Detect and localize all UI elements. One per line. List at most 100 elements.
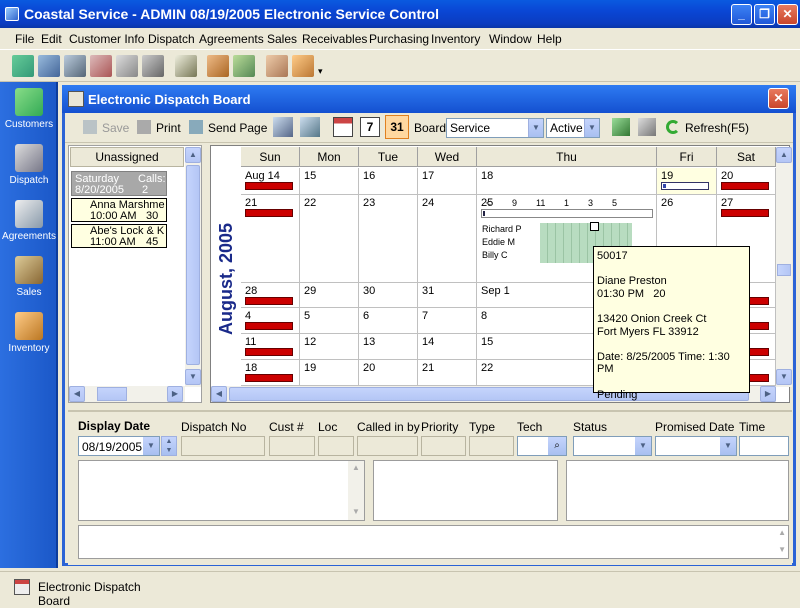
- schedule-bar[interactable]: [245, 297, 293, 305]
- schedule-bar[interactable]: [245, 209, 293, 217]
- calendar-day-cell[interactable]: 14: [418, 334, 477, 360]
- calendar-day-cell[interactable]: 4: [241, 308, 300, 334]
- app-title-bar[interactable]: Coastal Service - ADMIN 08/19/2005 Elect…: [0, 0, 800, 28]
- scroll-thumb[interactable]: [186, 165, 200, 365]
- ledger-icon[interactable]: [175, 55, 197, 77]
- calendar-day-cell[interactable]: 6: [359, 308, 418, 334]
- calendar-day-cell[interactable]: 24: [418, 195, 477, 283]
- filter-icon[interactable]: [612, 118, 630, 136]
- dispatch-computer-icon[interactable]: [64, 55, 86, 77]
- clock-calendar-icon[interactable]: [116, 55, 138, 77]
- menu-inventory[interactable]: Inventory: [431, 32, 480, 46]
- notes-box-3[interactable]: [566, 460, 789, 521]
- search-icon[interactable]: ⌕: [548, 437, 566, 455]
- calendar-day-cell[interactable]: 19: [657, 168, 717, 195]
- calendar-day-cell[interactable]: 19: [300, 360, 359, 386]
- menu-purchasing[interactable]: Purchasing: [369, 32, 429, 46]
- schedule-bar[interactable]: [245, 322, 293, 330]
- scroll-thumb[interactable]: [97, 387, 127, 401]
- appointment-marker[interactable]: [590, 222, 599, 231]
- schedule-bar-light[interactable]: [661, 182, 709, 190]
- unassigned-hscroll[interactable]: ◀ ▶: [69, 386, 185, 402]
- called-in-by-field[interactable]: [357, 436, 418, 456]
- refresh-button[interactable]: Refresh(F5): [685, 121, 749, 135]
- calendar-day-cell[interactable]: 22: [300, 195, 359, 283]
- schedule-bar[interactable]: [245, 348, 293, 356]
- chevron-down-icon[interactable]: ▼: [143, 437, 159, 455]
- date-spinner[interactable]: ▲ ▼: [161, 436, 177, 456]
- calendar-day-cell[interactable]: 21: [418, 360, 477, 386]
- calendar-day-cell[interactable]: 30: [359, 283, 418, 308]
- priority-field[interactable]: [421, 436, 466, 456]
- comments-box[interactable]: ▲ ▼: [78, 525, 789, 559]
- notes-box-2[interactable]: [373, 460, 558, 521]
- schedule-bar[interactable]: [721, 182, 769, 190]
- scroll-up-icon[interactable]: ▲: [776, 147, 792, 163]
- calendar-day-cell[interactable]: Aug 14: [241, 168, 300, 195]
- close-button[interactable]: ✕: [777, 4, 798, 25]
- scroll-thumb[interactable]: [777, 264, 791, 276]
- calendar-day-cell[interactable]: 20: [359, 360, 418, 386]
- customers-toolbar-icon[interactable]: [12, 55, 34, 77]
- scroll-left-icon[interactable]: ◀: [211, 386, 227, 402]
- restore-button[interactable]: ❐: [754, 4, 775, 25]
- notes-vscroll[interactable]: ▲ ▼: [348, 461, 364, 520]
- menu-dispatch[interactable]: Dispatch: [148, 32, 195, 46]
- scroll-left-icon[interactable]: ◀: [69, 386, 85, 402]
- nav-customers[interactable]: Customers: [0, 88, 58, 130]
- type-field[interactable]: [469, 436, 514, 456]
- hour-prev[interactable]: <: [486, 198, 491, 208]
- contact-card-icon[interactable]: [38, 55, 60, 77]
- scroll-up-icon[interactable]: ▲: [352, 463, 360, 472]
- scroll-up-icon[interactable]: ▲: [185, 147, 201, 163]
- week-view-icon[interactable]: 7: [360, 117, 380, 137]
- scroll-down-icon[interactable]: ▼: [776, 369, 792, 385]
- contact-icon[interactable]: [300, 117, 320, 137]
- calendar-day-cell[interactable]: 16: [359, 168, 418, 195]
- scroll-right-icon[interactable]: ▶: [760, 386, 776, 402]
- chevron-down-icon[interactable]: ▼: [720, 437, 736, 455]
- save-button[interactable]: Save: [102, 121, 129, 135]
- calendar-day-cell[interactable]: 29: [300, 283, 359, 308]
- cust-no-field[interactable]: [269, 436, 315, 456]
- calendar-day-cell[interactable]: 13: [359, 334, 418, 360]
- scroll-up-icon[interactable]: ▲: [778, 528, 786, 537]
- nav-agreements[interactable]: Agreements: [0, 200, 58, 242]
- nav-sales[interactable]: Sales: [0, 256, 58, 298]
- loc-field[interactable]: [318, 436, 354, 456]
- scroll-down-icon[interactable]: ▼: [185, 369, 201, 385]
- calendar-day-cell[interactable]: 17: [418, 168, 477, 195]
- menu-file[interactable]: File: [15, 32, 34, 46]
- status-select[interactable]: Active ▼: [546, 118, 600, 138]
- unassigned-call-card[interactable]: Abe's Lock & K 11:00 AM 45: [71, 224, 167, 248]
- board-select[interactable]: Service ▼: [446, 118, 544, 138]
- minimize-button[interactable]: _: [731, 4, 752, 25]
- computer-icon[interactable]: [273, 117, 293, 137]
- notes-box-1[interactable]: ▲ ▼: [78, 460, 365, 521]
- tech-field[interactable]: ⌕: [517, 436, 567, 456]
- calendar-day-cell[interactable]: 21: [241, 195, 300, 283]
- dispatch-no-field[interactable]: [181, 436, 265, 456]
- promised-date-field[interactable]: ▼: [655, 436, 737, 456]
- menu-customer-info[interactable]: Customer Info: [69, 32, 144, 46]
- display-date-input[interactable]: 08/19/2005 ▼: [78, 436, 160, 456]
- status-field[interactable]: ▼: [573, 436, 652, 456]
- print-button[interactable]: Print: [156, 121, 181, 135]
- menu-agreements[interactable]: Agreements: [199, 32, 264, 46]
- menu-help[interactable]: Help: [537, 32, 562, 46]
- calendar-day-cell[interactable]: 11: [241, 334, 300, 360]
- book-icon[interactable]: [233, 55, 255, 77]
- menu-edit[interactable]: Edit: [41, 32, 62, 46]
- calendar-day-cell[interactable]: 5: [300, 308, 359, 334]
- calendar-day-cell[interactable]: 18: [241, 360, 300, 386]
- time-field[interactable]: [739, 436, 789, 456]
- calendar-day-cell[interactable]: 31: [418, 283, 477, 308]
- dispatch-board-close-button[interactable]: ✕: [768, 88, 789, 109]
- scroll-down-icon[interactable]: ▼: [778, 545, 786, 554]
- month-view-icon[interactable]: 31: [385, 115, 409, 139]
- schedule-bar[interactable]: [245, 182, 293, 190]
- menu-sales[interactable]: Sales: [267, 32, 297, 46]
- taskbar-item[interactable]: Electronic Dispatch Board: [10, 576, 170, 608]
- calendar-day-cell[interactable]: 18: [477, 168, 657, 195]
- nav-inventory[interactable]: Inventory: [0, 312, 58, 354]
